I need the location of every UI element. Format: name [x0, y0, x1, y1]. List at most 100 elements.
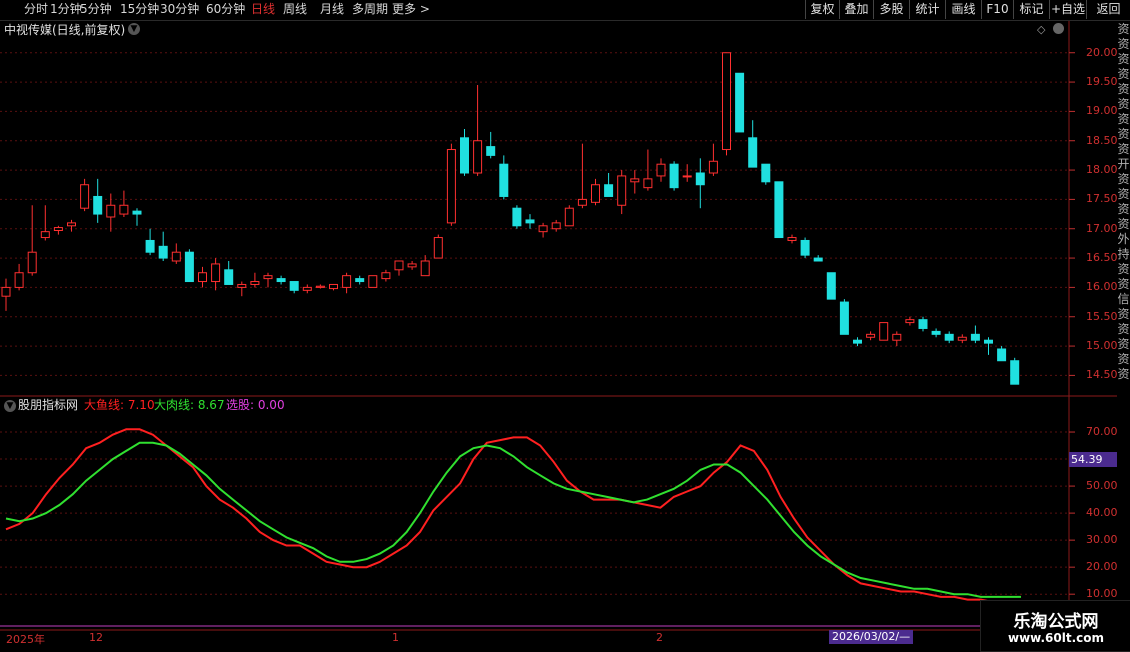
period-tab-9[interactable]: 多周期 [352, 2, 388, 17]
toolbar-button-8[interactable]: 返回 [1086, 0, 1130, 19]
candle-body [617, 175, 627, 206]
current-value-badge: 54.39 [1069, 452, 1119, 467]
toolbar-button-5[interactable]: F10 [981, 0, 1013, 19]
candle-body [630, 178, 640, 183]
candle-body [997, 348, 1007, 362]
candle-body [93, 195, 103, 215]
candle-body [446, 149, 456, 224]
side-strip-char: 资 [1117, 352, 1130, 366]
candle-body [381, 272, 391, 280]
candle-body [27, 251, 37, 274]
price-label: 15.50 [1086, 309, 1118, 323]
period-tab-7[interactable]: 周线 [283, 2, 307, 17]
price-label: 18.50 [1086, 133, 1118, 147]
candle-body [957, 336, 967, 341]
candle-body [106, 204, 116, 218]
side-strip-char: 资 [1117, 187, 1130, 201]
side-strip-char: 资 [1117, 97, 1130, 111]
candle-body [813, 257, 823, 262]
side-strip-char: 资 [1117, 37, 1130, 51]
toolbar-button-2[interactable]: 多股 [873, 0, 909, 19]
candle-body [355, 278, 365, 283]
candle-body [420, 260, 430, 277]
period-toolbar: 分时 1分钟 5分钟 15分钟 30分钟 60分钟 日线 周线 月线 多周期 更多 > 复权 叠加 多股统… [0, 0, 1130, 21]
price-label: 16.00 [1086, 280, 1118, 294]
price-label: 17.50 [1086, 192, 1118, 206]
candle-body [67, 222, 76, 227]
side-strip-char: 开 [1117, 157, 1130, 171]
date-label-dec: 12 [89, 631, 103, 644]
candle-body [905, 319, 915, 324]
indicator-axis-label: 20.00 [1086, 560, 1118, 574]
candle-body [14, 272, 24, 288]
candle-body [774, 181, 784, 239]
side-strip-char: 资 [1117, 112, 1130, 126]
period-tab-10[interactable]: 更多 > [392, 2, 430, 17]
period-tab-4[interactable]: 30分钟 [160, 2, 199, 17]
candle-body [866, 333, 876, 338]
settings-circle-icon[interactable] [1053, 23, 1064, 34]
candle-body [931, 330, 941, 335]
period-tab-3[interactable]: 15分钟 [120, 2, 159, 17]
diamond-icon[interactable]: ◇ [1037, 23, 1045, 36]
side-strip-char: 资 [1117, 322, 1130, 336]
date-label-feb: 2 [656, 631, 663, 644]
candle-body [918, 319, 928, 329]
candle-body [342, 275, 352, 288]
candle-body [158, 245, 168, 259]
title-dropdown-icon[interactable]: ▼ [128, 23, 140, 35]
toolbar-button-4[interactable]: 画线 [945, 0, 981, 19]
candle-body [486, 146, 496, 156]
indicator-axis-label: 30.00 [1086, 533, 1118, 547]
toolbar-button-0[interactable]: 复权 [805, 0, 839, 19]
period-tab-6[interactable]: 日线 [251, 2, 275, 17]
period-tab-0[interactable]: 分时 [24, 2, 48, 17]
side-strip-char: 资 [1117, 337, 1130, 351]
brand-url: www.60lt.com [1007, 631, 1105, 645]
candle-body [289, 281, 299, 291]
price-label: 19.00 [1086, 104, 1118, 118]
indicator-dropdown-icon[interactable]: ▼ [4, 400, 16, 412]
cursor-date-badge: 2026/03/02/— [829, 630, 914, 644]
period-tab-5[interactable]: 60分钟 [206, 2, 245, 17]
candle-body [748, 137, 758, 168]
toolbar-button-6[interactable]: 标记 [1013, 0, 1049, 19]
candle-body [433, 237, 443, 259]
period-tab-8[interactable]: 月线 [320, 2, 344, 17]
kline-title: 中视传媒(日线,前复权) [4, 23, 126, 37]
toolbar-button-7[interactable]: +自选 [1049, 0, 1086, 19]
candle-body [525, 219, 535, 224]
period-tab-1[interactable]: 1分钟 [50, 2, 82, 17]
candle-body [80, 184, 90, 209]
candle-body [224, 269, 234, 285]
candle-body [656, 163, 666, 177]
candle-body [984, 339, 993, 344]
side-strip-char: 资 [1117, 172, 1130, 186]
date-label-jan: 1 [392, 631, 399, 644]
side-strip-char: 资 [1117, 22, 1130, 36]
side-strip-char: 资 [1117, 217, 1130, 231]
candle-body [643, 178, 653, 189]
indicator-name: 股朋指标网 [18, 398, 79, 412]
period-tab-2[interactable]: 5分钟 [80, 2, 112, 17]
line1-legend: 大鱼线: 7.10 [84, 398, 155, 412]
candle-body [970, 333, 980, 341]
candle-body [800, 239, 810, 256]
side-strip-char: 资 [1117, 127, 1130, 141]
candle-body [473, 140, 483, 174]
candle-body [512, 207, 522, 227]
candle-body [892, 333, 902, 341]
toolbar-button-3[interactable]: 统计 [909, 0, 945, 19]
candle-body [577, 198, 587, 206]
candle-body [394, 260, 404, 271]
candle-body [302, 286, 312, 291]
side-strip-char: 资 [1117, 67, 1130, 81]
candle-body [826, 272, 836, 300]
candle-body [407, 263, 417, 268]
price-label: 17.00 [1086, 221, 1118, 235]
candle-body [171, 251, 181, 262]
side-strip-char: 资 [1117, 307, 1130, 321]
indicator-axis-label: 70.00 [1086, 425, 1118, 439]
toolbar-button-1[interactable]: 叠加 [839, 0, 873, 19]
price-label: 16.50 [1086, 251, 1118, 265]
